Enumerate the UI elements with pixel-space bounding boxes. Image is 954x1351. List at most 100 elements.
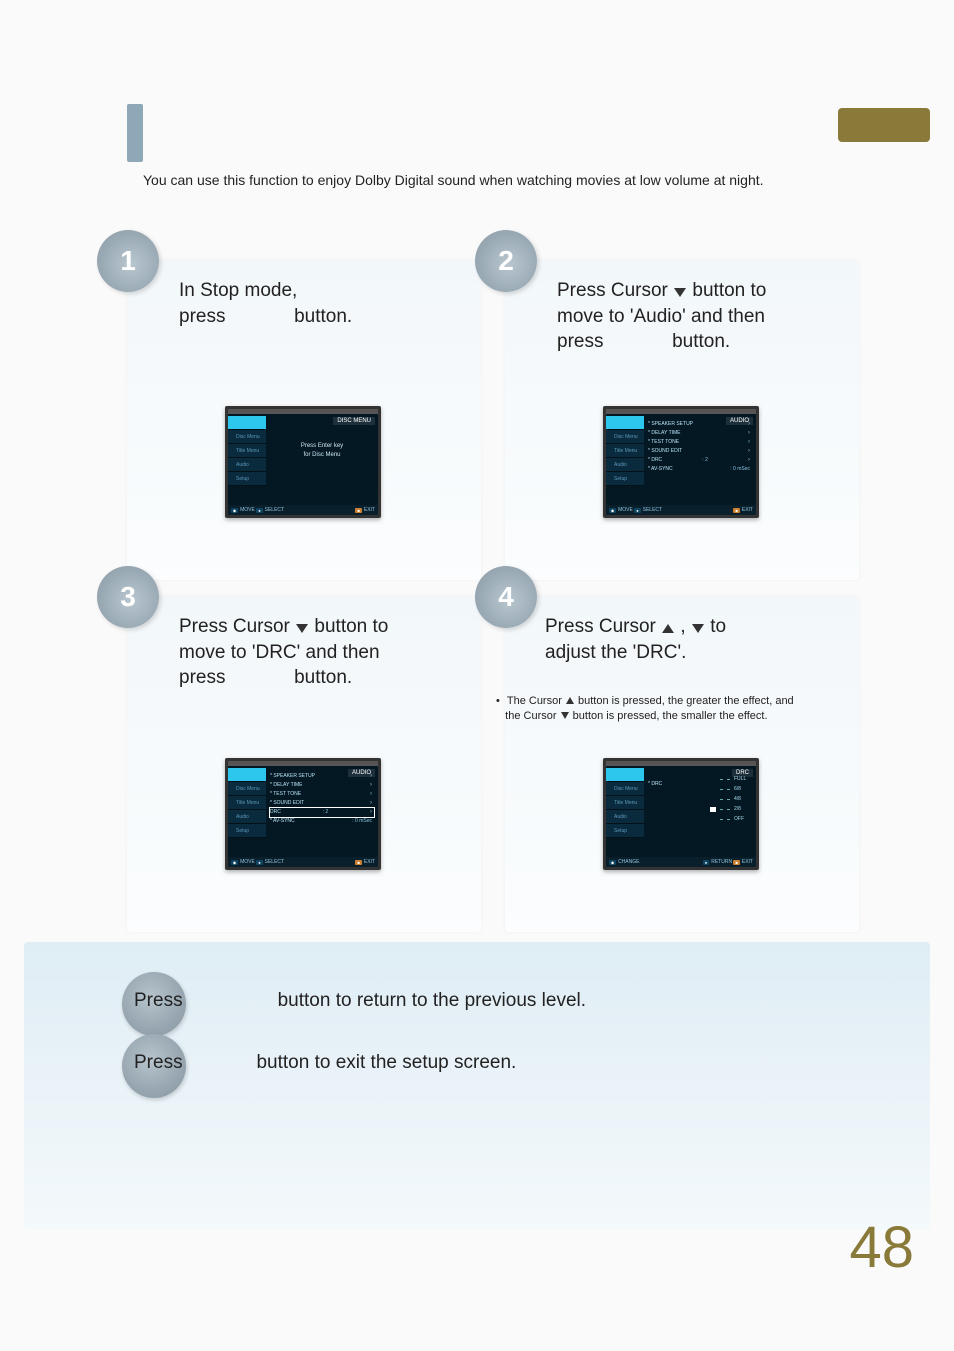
cursor-up-icon: [662, 624, 674, 633]
tip-exit-line: Press button to exit the setup screen.: [134, 1052, 516, 1074]
cursor-up-icon: [566, 697, 574, 704]
osd-menu-item: * DRC: 2›: [648, 456, 752, 465]
osd-foot-label: SELECT: [265, 507, 284, 513]
osd-screenshot-3: Disc Menu Title Menu Audio Setup AUDIO *…: [225, 758, 381, 870]
step-panel-2: 2 Press Cursor button to move to 'Audio'…: [505, 260, 859, 580]
step2-l3a: press: [557, 331, 603, 352]
note-t4: button is pressed, the smaller the effec…: [573, 710, 768, 722]
step-3-text: Press Cursor button to move to 'DRC' and…: [179, 614, 479, 691]
osd-center-message: Press Enter key for Disc Menu: [270, 442, 374, 460]
osd-foot-btn: ●: [256, 860, 262, 865]
osd-sidetab: Setup: [606, 824, 644, 838]
exit-text: button to exit the setup screen.: [256, 1052, 516, 1073]
step2-l3b: button.: [672, 331, 730, 352]
osd-foot-btn: ◆: [609, 508, 616, 513]
osd-sidetab: Title Menu: [228, 444, 266, 458]
press-label: Press: [134, 1052, 183, 1073]
osd-sidetab: Title Menu: [606, 444, 644, 458]
step-number-badge: 1: [97, 230, 159, 292]
cursor-down-icon: [674, 288, 686, 297]
osd-foot-btn: ■: [355, 860, 361, 865]
osd-sidetab: [606, 768, 644, 782]
osd-sidetab: Audio: [606, 810, 644, 824]
osd-foot-btn: ■: [733, 860, 739, 865]
osd-sidetab: Setup: [228, 472, 266, 486]
osd-menu-list: * SPEAKER SETUP› * DELAY TIME› * TEST TO…: [648, 420, 752, 474]
osd-menu-item-selected: DRC: 2›: [270, 808, 374, 817]
osd-foot-btn: ◆: [609, 860, 616, 865]
osd-screenshot-4: Disc Menu Title Menu Audio Setup DRC * D…: [603, 758, 759, 870]
osd-sidebar: Disc Menu Title Menu Audio Setup: [606, 416, 644, 486]
note-text: • The Cursor button is pressed, the grea…: [496, 694, 856, 724]
osd-menu-item: * DELAY TIME›: [270, 781, 374, 790]
intro-text: You can use this function to enjoy Dolby…: [143, 172, 913, 188]
osd-footer: ◆MOVE ●SELECT ■EXIT: [228, 857, 378, 867]
osd-foot-label: EXIT: [742, 507, 753, 513]
osd-sidetab: Disc Menu: [606, 430, 644, 444]
step3-l1a: Press Cursor: [179, 616, 290, 637]
press-label: Press: [134, 990, 183, 1011]
osd-foot-label: MOVE: [618, 507, 633, 513]
note-t3: the Cursor: [505, 710, 556, 722]
osd-foot-label: CHANGE: [618, 859, 639, 865]
step2-l2: move to 'Audio' and then: [557, 306, 765, 327]
osd-sidetab: Audio: [228, 458, 266, 472]
osd-sidetab: Disc Menu: [228, 782, 266, 796]
step-1-text: In Stop mode, press button.: [179, 278, 479, 329]
osd-foot-label: SELECT: [643, 507, 662, 513]
osd-sidetab: Setup: [606, 472, 644, 486]
note-t2: button is pressed, the greater the effec…: [578, 695, 794, 707]
tip-return-line: Press button to return to the previous l…: [134, 990, 586, 1012]
osd-foot-btn: ●: [634, 508, 640, 513]
osd-foot-btn: ◆: [231, 508, 238, 513]
cursor-down-icon: [296, 624, 308, 633]
bottom-tips-block: Press button to return to the previous l…: [24, 942, 930, 1230]
osd-footer: ◆MOVE ●SELECT ■EXIT: [228, 505, 378, 515]
drc-level: FULL: [666, 774, 748, 784]
osd-foot-label: EXIT: [742, 859, 753, 865]
step-number-badge: 3: [97, 566, 159, 628]
osd-sidetab: [228, 768, 266, 782]
osd-menu-item: * AV-SYNC: 0 mSec: [270, 817, 374, 826]
step1-line2a: press: [179, 306, 225, 327]
drc-level: 6/8: [666, 784, 748, 794]
osd-menu-item: * SPEAKER SETUP›: [270, 772, 374, 781]
osd-center-line1: Press Enter key: [301, 443, 343, 449]
step4-l1b: ,: [680, 616, 685, 637]
step-panel-1: 1 In Stop mode, press button. Disc Menu …: [127, 260, 481, 580]
osd-sidetab: [606, 416, 644, 430]
cursor-down-icon: [692, 624, 704, 633]
cursor-down-icon: [561, 712, 569, 719]
osd-foot-btn: ●: [256, 508, 262, 513]
heading-accent-bar: [127, 104, 143, 162]
osd-sidetab: Audio: [606, 458, 644, 472]
osd-foot-label: SELECT: [265, 859, 284, 865]
step-2-text: Press Cursor button to move to 'Audio' a…: [557, 278, 857, 355]
step3-l1b: button to: [314, 616, 388, 637]
osd-menu-item: * TEST TONE›: [270, 790, 374, 799]
osd-menu-item: * SOUND EDIT›: [270, 799, 374, 808]
return-text: button to return to the previous level.: [278, 990, 586, 1011]
osd-sidetab: Disc Menu: [606, 782, 644, 796]
osd-menu-item: * AV-SYNC: 0 mSec: [648, 465, 752, 474]
osd-sidetab: Setup: [228, 824, 266, 838]
osd-foot-label: EXIT: [364, 507, 375, 513]
osd-menu-item: * SPEAKER SETUP›: [648, 420, 752, 429]
osd-sidebar: Disc Menu Title Menu Audio Setup: [228, 416, 266, 486]
osd-menu-item: * TEST TONE›: [648, 438, 752, 447]
osd-foot-label: RETURN: [711, 859, 732, 865]
osd-foot-label: EXIT: [364, 859, 375, 865]
osd-footer: ◆MOVE ●SELECT ■EXIT: [606, 505, 756, 515]
osd-sidebar: Disc Menu Title Menu Audio Setup: [228, 768, 266, 838]
osd-foot-btn: ◆: [231, 860, 238, 865]
drc-level: OFF: [666, 814, 748, 824]
step1-line2b: button.: [294, 306, 352, 327]
osd-screenshot-2: Disc Menu Title Menu Audio Setup AUDIO *…: [603, 406, 759, 518]
drc-level: 2/8: [666, 804, 748, 814]
step-number-badge: 4: [475, 566, 537, 628]
step-number-badge: 2: [475, 230, 537, 292]
osd-foot-btn: ●: [703, 860, 709, 865]
osd-header: DISC MENU: [333, 417, 375, 425]
osd-menu-item: * SOUND EDIT›: [648, 447, 752, 456]
osd-foot-label: MOVE: [240, 859, 255, 865]
